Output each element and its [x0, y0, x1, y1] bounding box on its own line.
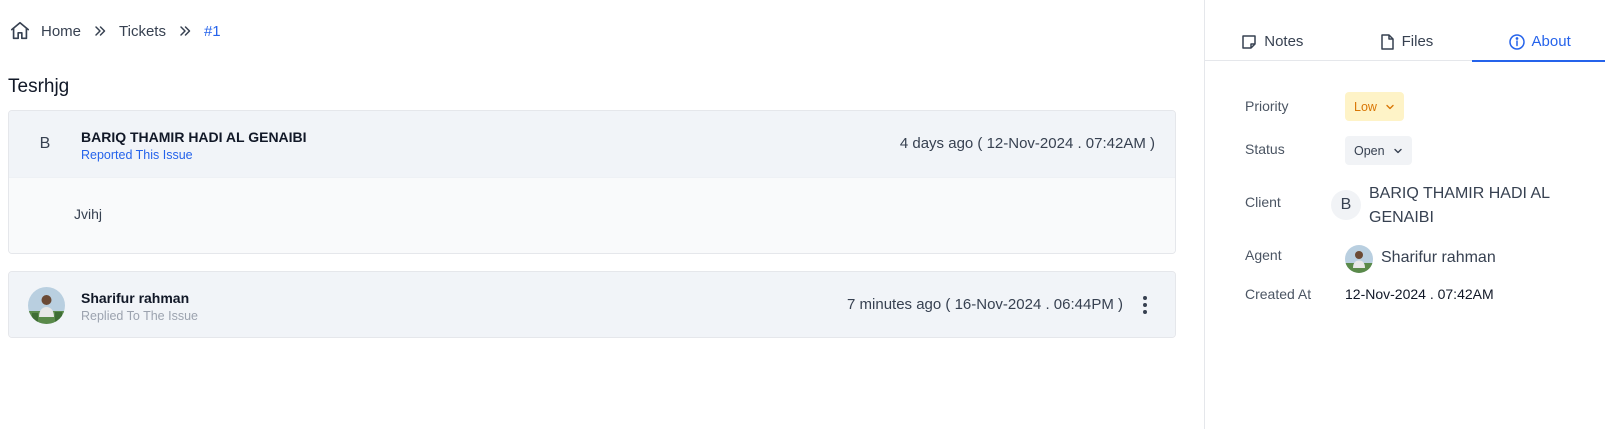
file-icon — [1378, 33, 1396, 51]
author-name: Sharifur rahman — [81, 290, 190, 306]
breadcrumb-current: #1 — [203, 22, 221, 40]
message-timestamp: 4 days ago ( 12-Nov-2024 . 07:42AM ) — [899, 135, 1155, 152]
more-options-icon[interactable] — [1135, 294, 1155, 316]
agent-label: Agent — [1245, 247, 1282, 263]
message-card: Sharifur rahman Replied To The Issue 7 m… — [8, 271, 1176, 338]
status-value: Open — [1354, 143, 1385, 158]
priority-select[interactable]: Low — [1345, 92, 1404, 121]
chevron-down-icon — [1393, 146, 1403, 156]
ticket-main: Home Tickets #1 Tesrhjg B BARIQ THAMIR H… — [0, 0, 1204, 429]
chevron-double-right-icon — [93, 24, 107, 38]
message-author: Sharifur rahman Replied To The Issue — [81, 289, 198, 325]
tab-label: About — [1531, 33, 1571, 50]
tab-notes[interactable]: Notes — [1205, 28, 1339, 61]
ticket-sidebar: Notes Files About Priority Low Status Op… — [1204, 0, 1605, 429]
breadcrumb-tickets[interactable]: Tickets — [119, 23, 166, 40]
status-select[interactable]: Open — [1345, 136, 1412, 165]
status-label: Status — [1245, 141, 1285, 157]
info-icon — [1508, 33, 1526, 51]
priority-label: Priority — [1245, 98, 1289, 114]
created-at-value: 12-Nov-2024 . 07:42AM — [1345, 286, 1494, 302]
sidebar-tabs: Notes Files About — [1205, 28, 1605, 62]
message-text: Jvihj — [74, 206, 103, 222]
breadcrumb-home[interactable]: Home — [41, 23, 81, 40]
agent-name: Sharifur rahman — [1381, 249, 1496, 266]
created-at-label: Created At — [1245, 286, 1312, 302]
message-header: B BARIQ THAMIR HADI AL GENAIBI Reported … — [9, 111, 1175, 177]
breadcrumb: Home Tickets #1 — [9, 20, 221, 42]
client-name: BARIQ THAMIR HADI AL GENAIBI — [1369, 185, 1550, 226]
author-name: BARIQ THAMIR HADI AL GENAIBI — [81, 129, 307, 145]
tab-label: Notes — [1264, 33, 1304, 50]
author-action: Reported This Issue — [81, 148, 193, 162]
tab-label: Files — [1401, 33, 1434, 50]
tab-files[interactable]: Files — [1339, 28, 1473, 61]
chevron-down-icon — [1385, 102, 1395, 112]
message-header: Sharifur rahman Replied To The Issue 7 m… — [9, 272, 1175, 337]
author-action: Replied To The Issue — [81, 309, 198, 323]
avatar: B — [39, 135, 51, 152]
avatar — [1345, 245, 1373, 273]
avatar: B — [1331, 190, 1361, 220]
home-icon[interactable] — [9, 20, 31, 42]
message-author: BARIQ THAMIR HADI AL GENAIBI Reported Th… — [81, 128, 307, 164]
page-title: Tesrhjg — [8, 76, 70, 97]
message-body: Jvihj — [9, 177, 1175, 253]
client-label: Client — [1245, 194, 1281, 210]
note-icon — [1240, 33, 1258, 51]
avatar — [28, 287, 65, 324]
tab-about[interactable]: About — [1472, 28, 1605, 62]
chevron-double-right-icon — [178, 24, 192, 38]
priority-value: Low — [1354, 99, 1377, 114]
message-card: B BARIQ THAMIR HADI AL GENAIBI Reported … — [8, 110, 1176, 254]
message-timestamp: 7 minutes ago ( 16-Nov-2024 . 06:44PM ) — [847, 296, 1123, 313]
